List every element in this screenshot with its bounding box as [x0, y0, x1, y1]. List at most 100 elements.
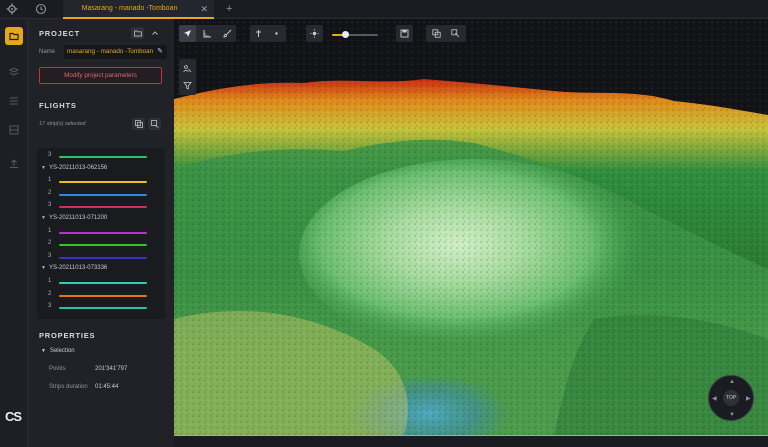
strips-selected-count: 17 strip(s) selected [39, 121, 86, 127]
project-section-title: PROJECT [39, 29, 81, 38]
flight-group-row[interactable]: ▼ YS-20211013-071200 [37, 213, 165, 225]
selection-group[interactable]: ▼ Selection [41, 348, 75, 354]
tab-project[interactable]: Masarang - manado -Tomboan ✕ [63, 0, 214, 19]
flight-strip-row[interactable]: 1 [37, 276, 165, 288]
strips-duration-label: Strips duration [49, 384, 88, 390]
lasso-icon[interactable] [428, 25, 445, 42]
compass-south-icon[interactable]: ▼ [729, 412, 735, 418]
box-select-icon[interactable] [447, 25, 464, 42]
app-logo-text: CS [5, 409, 22, 424]
side-tools [179, 59, 196, 95]
flight-group-name: YS-20211013-062156 [49, 164, 108, 171]
export-group [396, 25, 413, 42]
flight-strip-row[interactable]: 3 [37, 200, 165, 212]
flight-strip-row[interactable]: 2 [37, 238, 165, 250]
chevron-up-icon[interactable] [148, 27, 161, 39]
compass-east-icon[interactable]: ▶ [746, 396, 751, 402]
gear-icon[interactable] [6, 3, 18, 15]
brush-icon[interactable] [219, 25, 236, 42]
selection-tools-group [426, 25, 466, 42]
clock-icon[interactable] [35, 3, 47, 15]
project-panel: PROJECT Name masarang - manado -Tomboan … [28, 19, 174, 447]
chevron-down-icon: ▼ [41, 348, 46, 354]
grid-icon[interactable] [5, 121, 23, 139]
flight-strip-row[interactable]: 3 [37, 251, 165, 263]
point-size-slider[interactable] [332, 31, 378, 38]
flight-strip-row[interactable]: 3 [37, 150, 165, 162]
flight-group-row[interactable]: ▼ YS-20211013-073336 [37, 263, 165, 275]
project-name-value: masarang - manado -Tomboan [67, 48, 154, 55]
people-icon[interactable] [179, 60, 196, 77]
ruler-icon[interactable] [199, 25, 216, 42]
flight-strip-row[interactable]: 2 [37, 188, 165, 200]
flight-group-name: YS-20211013-071200 [49, 215, 108, 221]
properties-section-title: PROPERTIES [39, 331, 96, 340]
strip-number: 1 [48, 227, 52, 234]
pencil-icon[interactable]: ✎ [157, 45, 163, 59]
chevron-down-icon[interactable]: ▼ [41, 215, 46, 221]
strip-color-line [59, 294, 147, 297]
flight-group-name: YS-20211013-073336 [49, 265, 108, 272]
flights-list: 3 ▼ YS-20211013-062156 1 2 3 ▼ YS-20211013-0712… [37, 148, 165, 319]
strip-number: 2 [48, 189, 52, 196]
top-tab-bar: Masarang - manado -Tomboan ✕ + [0, 0, 768, 19]
compass-north-icon[interactable]: ▲ [729, 379, 735, 385]
strip-number: 3 [48, 252, 52, 259]
project-name-field[interactable]: masarang - manado -Tomboan ✎ [64, 45, 167, 59]
filter-icon[interactable] [179, 77, 196, 94]
flight-strip-row[interactable]: 1 [37, 175, 165, 187]
strip-color-line [59, 206, 147, 209]
modify-project-button[interactable]: Modify project parameters [39, 67, 162, 84]
compass-center-button[interactable]: TOP [723, 390, 739, 406]
dot-icon[interactable] [268, 25, 285, 42]
strips-duration-value: 01:45:44 [95, 384, 119, 390]
layers-icon[interactable] [5, 63, 23, 81]
select-all-icon[interactable] [132, 118, 145, 130]
strip-color-line [59, 256, 147, 259]
close-icon[interactable]: ✕ [200, 3, 208, 15]
strip-number: 3 [48, 303, 52, 310]
plus-icon[interactable]: + [226, 2, 232, 16]
strip-color-line [59, 193, 147, 196]
save-icon[interactable] [396, 25, 413, 42]
cursor-arrow-icon[interactable] [179, 25, 196, 42]
name-label: Name [39, 49, 56, 55]
point-cloud-terrain[interactable] [174, 19, 768, 435]
compass-west-icon[interactable]: ◀ [712, 396, 717, 402]
app-logo: CS [5, 409, 22, 424]
strip-color-line [59, 244, 147, 247]
left-rail: CS [0, 19, 28, 447]
strip-number: 2 [48, 290, 52, 297]
strip-number: 2 [48, 240, 52, 247]
strip-color-line [59, 181, 147, 184]
chevron-down-icon[interactable]: ▼ [41, 165, 46, 171]
tab-title: Masarang - manado -Tomboan [81, 5, 178, 12]
strip-color-line [59, 156, 147, 158]
strip-color-line [59, 307, 147, 310]
deselect-icon[interactable] [148, 118, 161, 130]
folder-open-icon[interactable] [131, 27, 144, 39]
selection-label: Selection [49, 348, 75, 354]
pin-icon[interactable] [250, 25, 267, 42]
folder-icon[interactable] [5, 27, 23, 45]
strip-number: 1 [48, 177, 52, 184]
list-icon[interactable] [5, 92, 23, 110]
strip-color-line [59, 231, 147, 234]
sun-icon[interactable] [306, 25, 323, 42]
flight-strip-row[interactable]: 3 [37, 301, 165, 313]
viewport-status-bar [174, 435, 768, 447]
flight-group-row[interactable]: ▼ YS-20211013-062156 [37, 163, 165, 175]
flight-strip-row[interactable]: 1 [37, 226, 165, 238]
strip-color-line [59, 282, 147, 284]
points-value: 201'341'797 [95, 366, 128, 372]
tool-group [179, 25, 236, 42]
strip-number: 3 [48, 202, 52, 209]
view-compass[interactable]: ▲ ▼ ◀ ▶ TOP [708, 375, 754, 421]
view-group [250, 25, 286, 42]
flights-section-title: FLIGHTS [39, 101, 77, 110]
chevron-down-icon[interactable]: ▼ [41, 265, 46, 271]
strip-number: 3 [48, 152, 52, 158]
upload-icon[interactable] [5, 155, 23, 173]
flight-strip-row[interactable]: 2 [37, 289, 165, 301]
point-cloud-viewport[interactable]: ▲ ▼ ◀ ▶ TOP [174, 19, 768, 435]
